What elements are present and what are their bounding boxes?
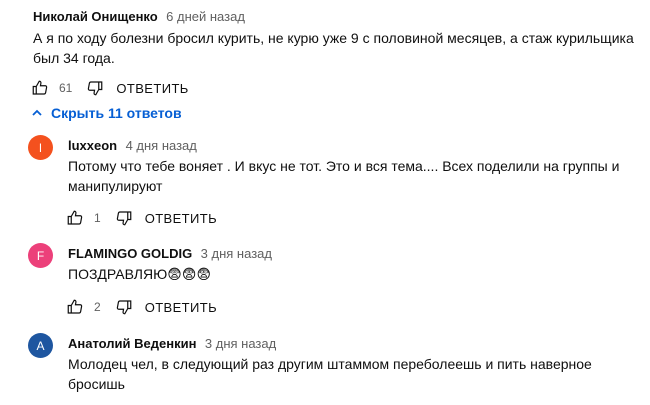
- comment-text: Молодец чел, в следующий раз другим штам…: [68, 356, 592, 392]
- comment-author[interactable]: luxxeon: [68, 138, 117, 153]
- hide-replies-button[interactable]: Скрыть 11 ответов: [31, 105, 182, 121]
- dislike-icon[interactable]: [86, 79, 104, 97]
- like-icon[interactable]: [66, 209, 84, 227]
- comment-text: ПОЗДРАВЛЯЮ😨😨😨: [68, 266, 212, 282]
- comment-time[interactable]: 3 дня назад: [201, 246, 272, 261]
- comment-text: Потому что тебе воняет . И вкус не тот. …: [68, 158, 620, 194]
- comment-header: luxxeon 4 дня назад: [68, 137, 197, 155]
- avatar[interactable]: l: [28, 135, 53, 160]
- comment-time[interactable]: 4 дня назад: [126, 138, 197, 153]
- comment-actions: 61 ОТВЕТИТЬ: [31, 79, 189, 97]
- comment-time[interactable]: 3 дня назад: [205, 336, 276, 351]
- comment-header: Анатолий Веденкин 3 дня назад: [68, 335, 276, 353]
- like-icon[interactable]: [31, 79, 49, 97]
- like-count: 2: [94, 300, 101, 314]
- comment-header: Николай Онищенко 6 дней назад: [33, 8, 245, 26]
- comment-text: А я по ходу болезни бросил курить, не ку…: [33, 30, 634, 66]
- like-count: 1: [94, 211, 101, 225]
- comment-header: FLAMINGO GOLDIG 3 дня назад: [68, 245, 272, 263]
- reply-button[interactable]: ОТВЕТИТЬ: [145, 211, 217, 226]
- dislike-icon[interactable]: [115, 209, 133, 227]
- chevron-up-icon: [32, 109, 42, 116]
- comment-author[interactable]: Николай Онищенко: [33, 9, 158, 24]
- comment-actions: 2 ОТВЕТИТЬ: [66, 298, 217, 316]
- hide-replies-label: Скрыть 11 ответов: [51, 105, 182, 121]
- dislike-icon[interactable]: [115, 298, 133, 316]
- avatar[interactable]: А: [28, 333, 53, 358]
- comment-author[interactable]: Анатолий Веденкин: [68, 336, 196, 351]
- like-count: 61: [59, 81, 73, 95]
- reply-button[interactable]: ОТВЕТИТЬ: [145, 300, 217, 315]
- avatar[interactable]: F: [28, 243, 53, 268]
- comment-time[interactable]: 6 дней назад: [166, 9, 245, 24]
- reply-button[interactable]: ОТВЕТИТЬ: [116, 81, 188, 96]
- comment-author[interactable]: FLAMINGO GOLDIG: [68, 246, 192, 261]
- comment-actions: 1 ОТВЕТИТЬ: [66, 209, 217, 227]
- like-icon[interactable]: [66, 298, 84, 316]
